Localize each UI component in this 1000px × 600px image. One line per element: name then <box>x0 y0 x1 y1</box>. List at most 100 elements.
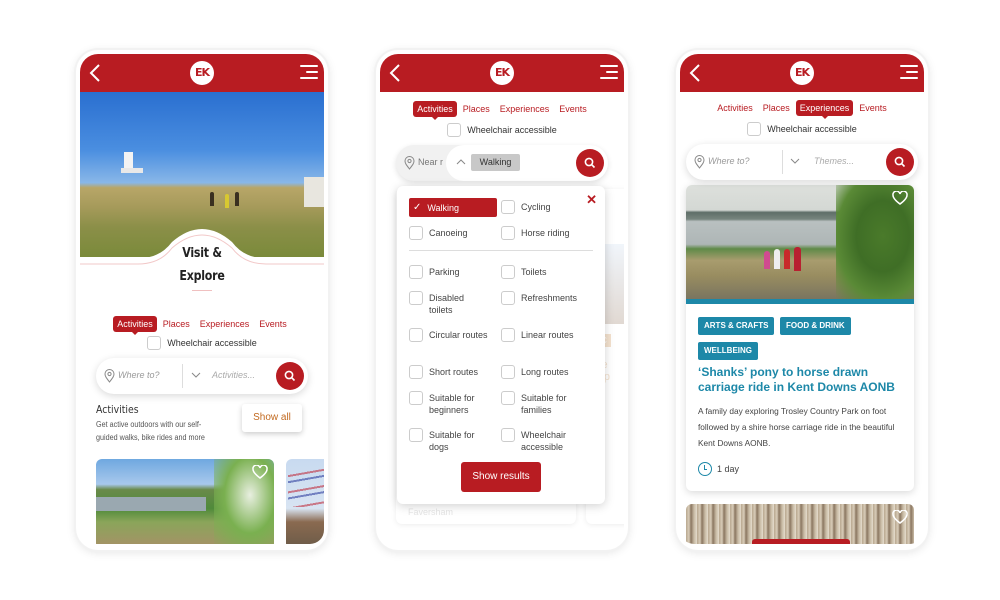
chevron-left-icon[interactable] <box>688 63 704 83</box>
tab-places[interactable]: Places <box>759 100 794 116</box>
search-button[interactable] <box>886 148 914 176</box>
heart-outline-icon[interactable] <box>892 191 908 205</box>
filter-option-label: Parking <box>429 267 460 277</box>
checkbox[interactable] <box>409 291 423 305</box>
activity-card-image-next[interactable] <box>286 459 324 544</box>
chevron-down-icon[interactable] <box>191 370 201 380</box>
checkbox[interactable] <box>501 291 515 305</box>
x-icon[interactable]: ✕ <box>586 192 597 208</box>
tag-arts-crafts[interactable]: ARTS & CRAFTS <box>698 317 775 335</box>
filter-option-parking[interactable]: Parking <box>409 265 489 279</box>
checkbox[interactable] <box>501 428 515 442</box>
activity-card-image[interactable] <box>96 459 274 544</box>
chevron-down-icon[interactable] <box>790 156 800 166</box>
filter-option-label: Horse riding <box>521 228 570 238</box>
experience-card[interactable]: ARTS & CRAFTS FOOD & DRINK WELLBEING ‘Sh… <box>686 185 914 491</box>
tab-events[interactable]: Events <box>855 100 891 116</box>
tab-places[interactable]: Places <box>159 316 194 332</box>
show-all-button[interactable]: Show all <box>242 404 302 432</box>
lighthouse-graphic <box>121 152 143 173</box>
location-input[interactable]: Where to? <box>118 370 160 380</box>
checkbox[interactable] <box>409 428 423 442</box>
search-bar: Where to? Activities... <box>96 358 308 394</box>
chevron-up-icon[interactable] <box>456 157 466 167</box>
filter-option-disabled-toilets[interactable]: Disabled toilets <box>409 291 489 316</box>
filter-option-horse-riding[interactable]: Horse riding <box>501 226 570 240</box>
tab-experiences[interactable]: Experiences <box>196 316 254 332</box>
checkbox[interactable] <box>501 265 515 279</box>
tag-food-drink[interactable]: FOOD & DRINK <box>780 317 851 335</box>
filter-option-label: Refreshments <box>521 293 578 303</box>
filter-option-toilets[interactable]: Toilets <box>501 265 591 279</box>
hero-title: Visit & Explore <box>98 242 305 288</box>
divider <box>782 150 783 174</box>
heart-outline-icon[interactable] <box>252 465 268 479</box>
tag-wellbeing[interactable]: WELLBEING <box>698 342 758 360</box>
filter-option-cycling[interactable]: Cycling <box>501 200 551 214</box>
tab-experiences[interactable]: Experiences <box>795 100 854 119</box>
checkbox[interactable] <box>501 365 515 379</box>
filter-option-suitable-families[interactable]: Suitable for families <box>501 391 583 416</box>
ek-logo[interactable]: EK <box>490 61 514 85</box>
filter-option-label: Toilets <box>521 267 547 277</box>
filter-option-walking[interactable]: ✓ Walking <box>409 198 497 217</box>
wheelchair-checkbox[interactable] <box>747 122 762 136</box>
filter-option-label: Canoeing <box>429 228 468 238</box>
checkbox[interactable] <box>409 365 423 379</box>
magnifier-icon <box>584 157 596 169</box>
tab-activities[interactable]: Activities <box>413 101 457 120</box>
show-results-button[interactable]: Show results <box>461 462 541 492</box>
ek-logo[interactable]: EK <box>190 61 214 85</box>
filter-option-canoeing[interactable]: Canoeing <box>409 226 468 240</box>
search-bar: Where to? Themes... <box>686 144 918 180</box>
phone-screen-experiences: EK Activities Places Experiences Events … <box>676 50 928 550</box>
filter-option-short-routes[interactable]: Short routes <box>409 365 493 379</box>
checkbox[interactable] <box>409 265 423 279</box>
tab-activities[interactable]: Activities <box>713 100 757 116</box>
filter-option-circular-routes[interactable]: Circular routes <box>409 328 489 342</box>
experience-card-next[interactable] <box>686 504 914 544</box>
checkbox[interactable] <box>501 391 515 405</box>
location-input[interactable]: Near r <box>418 157 443 167</box>
ek-logo[interactable]: EK <box>790 61 814 85</box>
checkbox[interactable] <box>501 200 515 214</box>
search-button[interactable] <box>576 149 604 177</box>
tab-places[interactable]: Places <box>459 101 494 117</box>
filter-option-label: Short routes <box>429 367 479 377</box>
filter-option-suitable-beginners[interactable]: Suitable for beginners <box>409 391 489 416</box>
theme-select[interactable]: Themes... <box>814 156 854 166</box>
wheelchair-label: Wheelchair accessible <box>767 124 857 134</box>
hamburger-menu-icon[interactable] <box>900 65 918 81</box>
search-button[interactable] <box>276 362 304 390</box>
chevron-left-icon[interactable] <box>88 63 104 83</box>
checkbox[interactable] <box>501 328 515 342</box>
tab-events[interactable]: Events <box>555 101 591 117</box>
filter-option-long-routes[interactable]: Long routes <box>501 365 591 379</box>
filter-option-label: Suitable for families <box>521 393 567 415</box>
filter-option-refreshments[interactable]: Refreshments <box>501 291 591 305</box>
filter-option-linear-routes[interactable]: Linear routes <box>501 328 591 342</box>
category-select[interactable]: Activities... <box>212 370 255 380</box>
divider <box>182 364 183 388</box>
card-action-button[interactable] <box>752 539 850 544</box>
wheelchair-checkbox[interactable] <box>447 123 462 137</box>
checkbox[interactable] <box>409 391 423 405</box>
location-input[interactable]: Where to? <box>708 156 750 166</box>
checkbox[interactable] <box>501 226 515 240</box>
experience-title[interactable]: ‘Shanks’ pony to horse drawn carriage ri… <box>698 365 908 395</box>
selected-chip[interactable]: Walking <box>471 154 520 171</box>
hamburger-menu-icon[interactable] <box>600 65 618 81</box>
chevron-left-icon[interactable] <box>388 63 404 83</box>
experience-image <box>686 185 914 299</box>
tab-activities[interactable]: Activities <box>113 316 157 335</box>
heart-outline-icon[interactable] <box>892 510 908 524</box>
checkbox[interactable] <box>409 226 423 240</box>
top-bar: EK <box>380 54 624 92</box>
tab-experiences[interactable]: Experiences <box>496 101 554 117</box>
filter-option-wheelchair-accessible[interactable]: Wheelchair accessible <box>501 428 583 453</box>
wheelchair-checkbox[interactable] <box>147 336 162 350</box>
tab-events[interactable]: Events <box>255 316 291 332</box>
hamburger-menu-icon[interactable] <box>300 65 318 81</box>
filter-option-suitable-dogs[interactable]: Suitable for dogs <box>409 428 489 453</box>
checkbox[interactable] <box>409 328 423 342</box>
